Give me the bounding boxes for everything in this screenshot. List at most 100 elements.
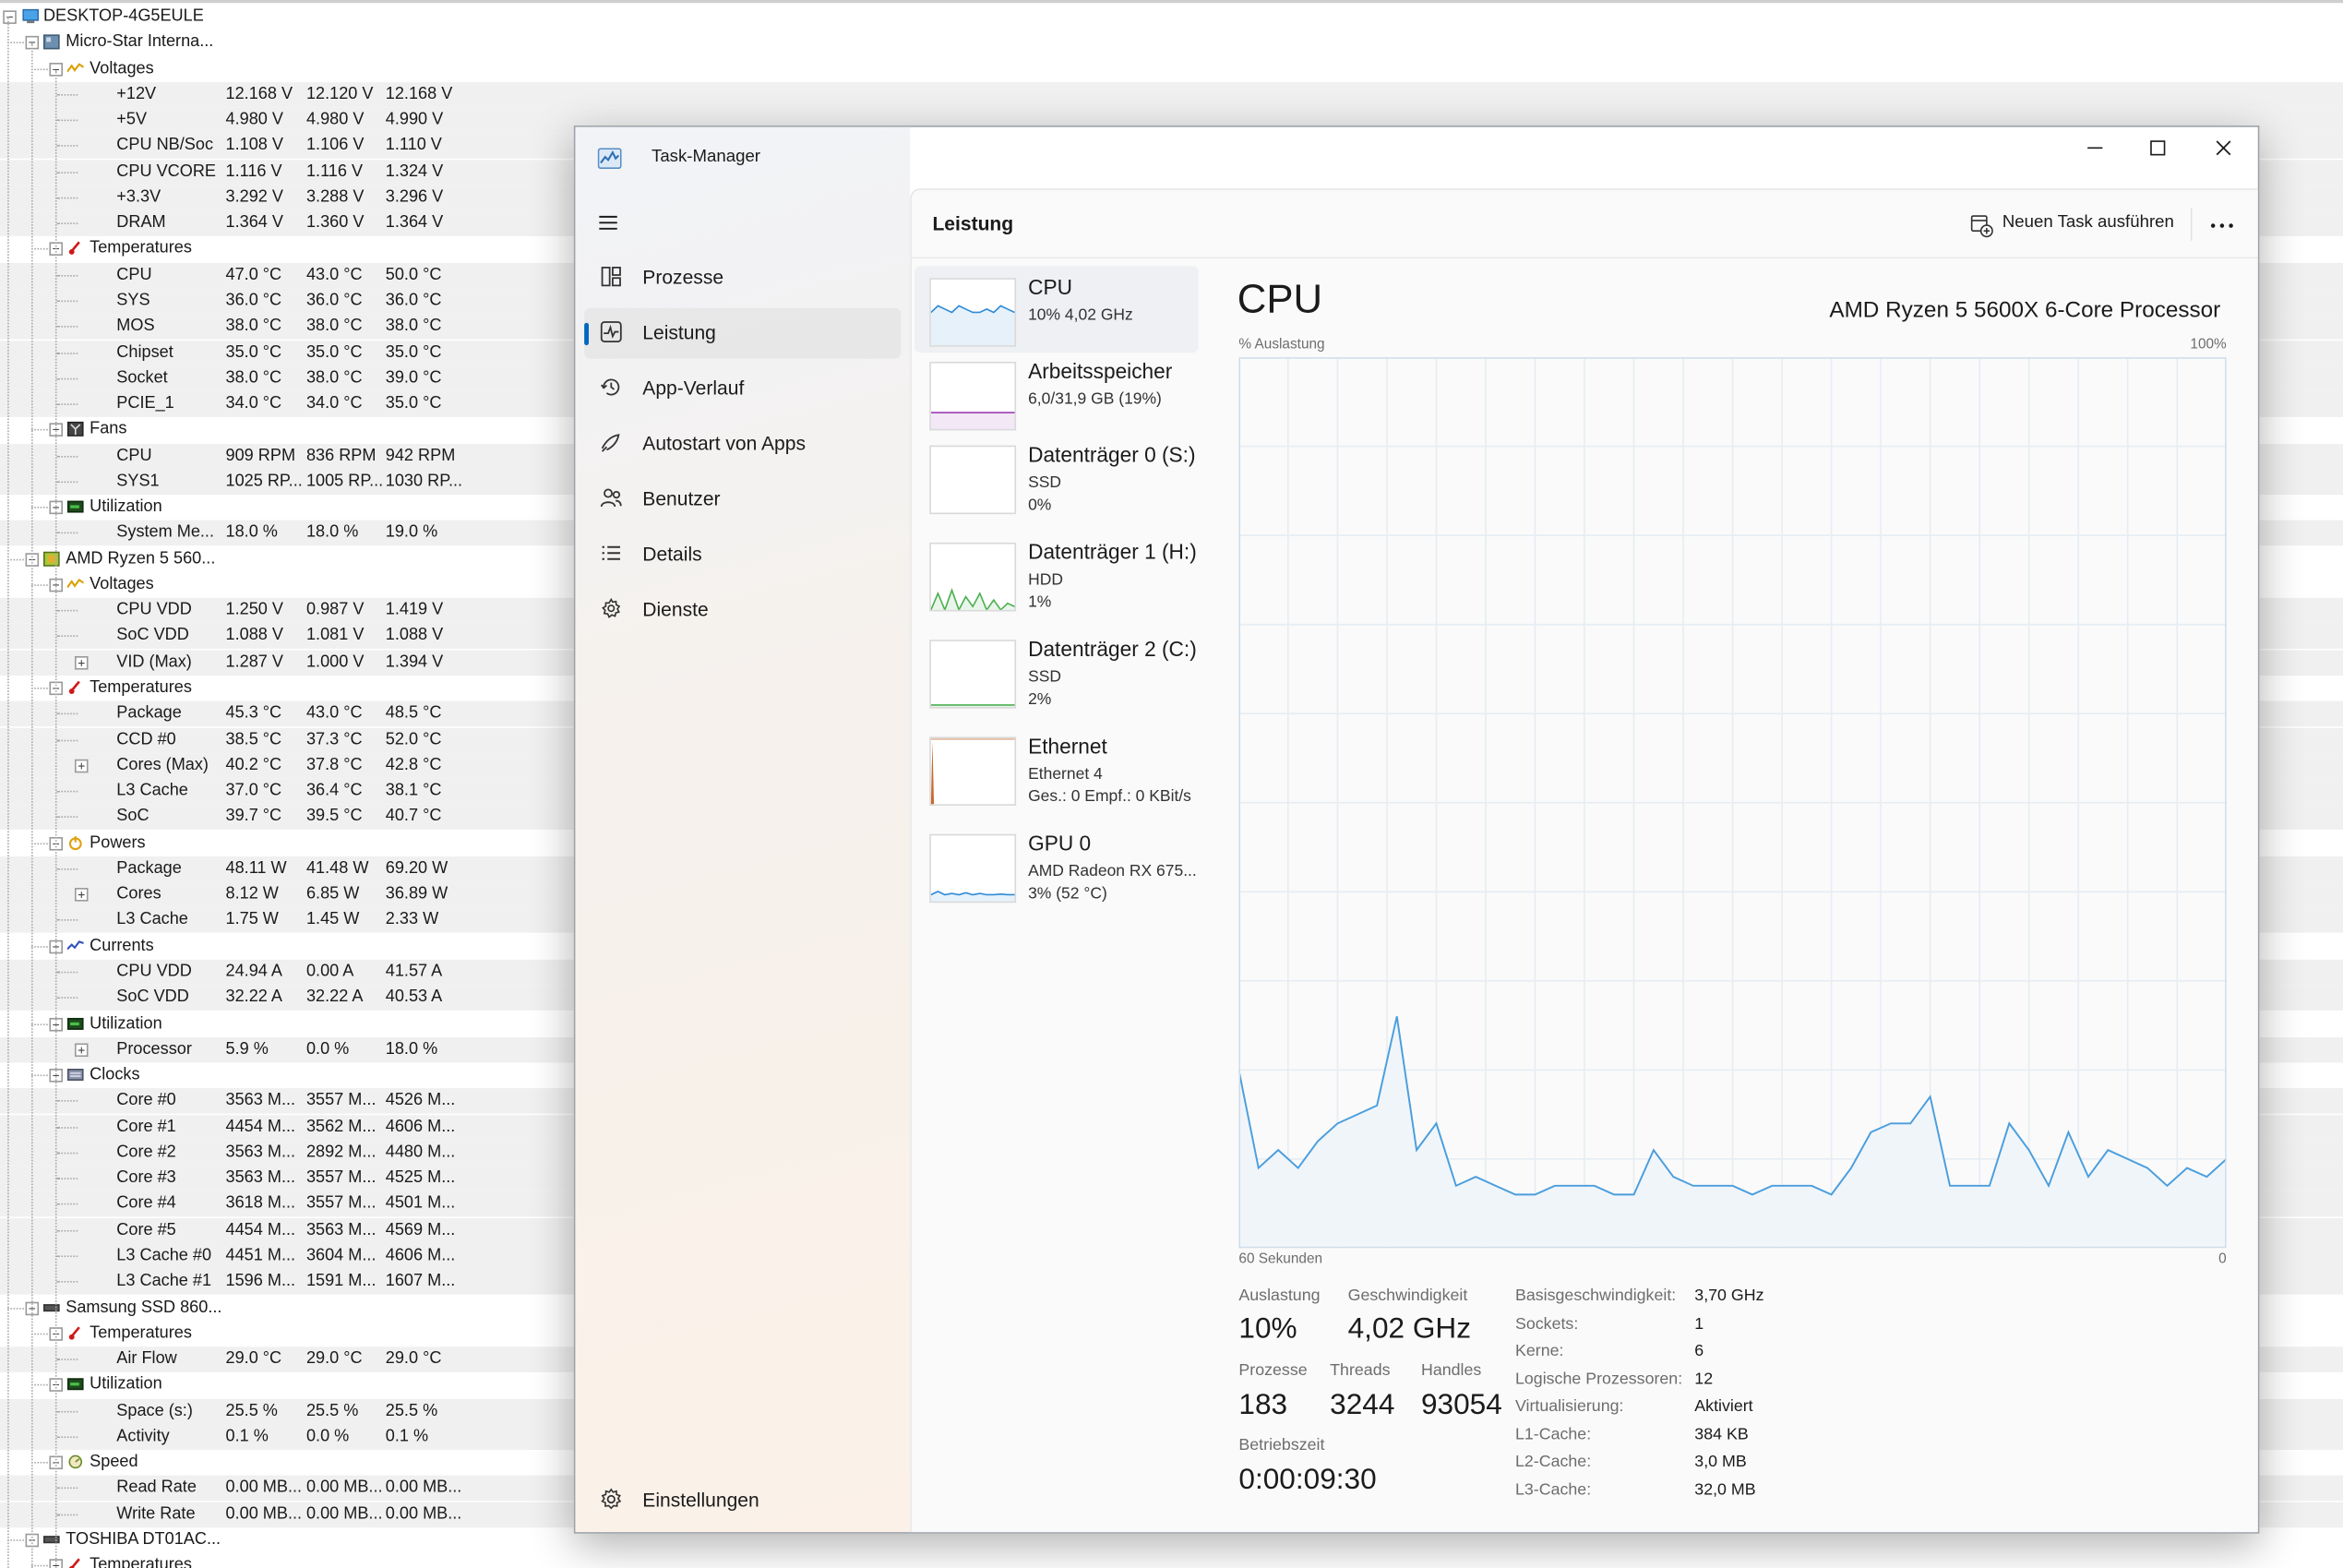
hamburger-menu-icon[interactable] [596,210,620,234]
sensor-min: 3557 M... [305,1194,377,1214]
device-item-datentr-ger-0-s[interactable]: Datenträger 0 (S:) SSD 0% [914,434,1199,521]
sensor-min: 18.0 % [305,523,359,542]
util-value: 10% [1238,1312,1297,1346]
more-options-button[interactable] [2200,202,2245,247]
close-button[interactable] [2193,127,2258,173]
sensor-row[interactable]: +12V 12.168 V 12.120 V 12.168 V [0,81,2343,108]
sensor-value: 3.292 V [225,187,283,207]
sensor-min: 0.0 % [305,1039,350,1059]
device-item-datentr-ger-2-c[interactable]: Datenträger 2 (C:) SSD 2% [914,628,1199,714]
sensor-value: 45.3 °C [225,704,282,723]
sensor-max: 4525 M... [385,1168,456,1188]
sensor-min: 3604 M... [305,1246,377,1265]
handles-value: 93054 [1420,1388,1502,1422]
device-item-arbeitsspeicher[interactable]: Arbeitsspeicher 6,0/31,9 GB (19%) [914,350,1199,437]
uptime-value: 0:00:09:30 [1238,1463,1377,1497]
nav-item-settings[interactable]: Einstellungen [584,1476,901,1526]
tree-root-row[interactable]: − DESKTOP-4G5EULE [0,5,2343,30]
sensor-max: 38.0 °C [385,317,442,336]
spec-label: L2-Cache: [1514,1453,1592,1471]
sensor-min: 2892 M... [305,1143,377,1162]
device-detail-line-1: 10% 4,02 GHz [1028,306,1133,325]
minimize-button[interactable] [2063,127,2129,173]
sensor-name: Cores (Max) [116,756,209,774]
device-item-ethernet[interactable]: Ethernet Ethernet 4 Ges.: 0 Empf.: 0 KBit/… [914,725,1199,812]
sensor-max: 4526 M... [385,1091,456,1110]
nav-item-benutzer[interactable]: Benutzer [584,473,901,524]
spec-value: 12 [1694,1370,1714,1388]
sensor-max: 0.00 MB... [385,1504,462,1523]
device-item-datentr-ger-1-h[interactable]: Datenträger 1 (H:) HDD 1% [914,531,1199,617]
collapse-toggle[interactable]: − [3,10,17,24]
device-name: Ethernet [1028,734,1107,759]
cpu-chip-icon [42,551,60,567]
device-item-cpu[interactable]: CPU 10% 4,02 GHz [914,266,1199,353]
sensor-max: 25.5 % [385,1401,438,1419]
expand-toggle[interactable]: + [74,759,89,773]
device-item-gpu-0[interactable]: GPU 0 AMD Radeon RX 675... 3% (52 °C) [914,822,1199,909]
uptime-label: Betriebszeit [1238,1436,1325,1454]
sensor-min: 39.5 °C [305,808,363,826]
sensor-value: 4.980 V [225,110,283,129]
nav-label: Prozesse [642,266,724,289]
category-name: Utilization [90,1375,162,1394]
sensor-min: 0.0 % [305,1427,350,1445]
sensor-max: 1.324 V [385,162,444,181]
sensor-max: 19.0 % [385,523,438,542]
nav-label: App-Verlauf [642,377,745,400]
device-detail-line-1: AMD Radeon RX 675... [1028,862,1197,880]
nav-item-details[interactable]: Details [584,529,901,580]
spec-value: 3,70 GHz [1694,1287,1764,1305]
device-group-row[interactable]: − Micro-Star Interna... [0,30,2343,56]
expand-toggle[interactable]: + [74,655,89,670]
device-name: Samsung SSD 860... [66,1298,222,1317]
close-icon [2216,140,2231,156]
users-icon [600,488,622,508]
spec-label: L1-Cache: [1514,1425,1592,1443]
sensor-max: 35.0 °C [385,342,442,362]
nav-item-dienste[interactable]: Dienste [584,584,901,635]
sensor-value: 4451 M... [225,1246,296,1265]
sensor-name: Core #4 [116,1194,176,1214]
expand-toggle[interactable]: + [74,1043,89,1057]
sensor-min: 3562 M... [305,1117,377,1136]
sensor-name: Write Rate [116,1504,196,1523]
sensor-max: 4606 M... [385,1246,456,1265]
device-detail-line-1: 6,0/31,9 GB (19%) [1028,389,1162,409]
nav-item-app-verlauf[interactable]: App-Verlauf [584,364,901,414]
nav-item-autostart-von-apps[interactable]: Autostart von Apps [584,418,901,469]
threads-label: Threads [1330,1361,1391,1380]
device-detail-line-1: Ethernet 4 [1028,765,1103,784]
sensor-name: Air Flow [116,1349,177,1368]
sensor-min: 1.360 V [305,213,365,233]
sensor-min: 3.288 V [305,187,365,207]
sensor-min: 1.000 V [305,652,365,671]
nav-item-prozesse[interactable]: Prozesse [584,253,901,304]
device-name: AMD Ryzen 5 560... [66,549,216,568]
utilization-icon [66,1016,84,1031]
new-task-button[interactable]: Neuen Task ausführen [1957,202,2182,247]
utilization-icon [66,1377,84,1392]
sensor-value: 4454 M... [225,1220,296,1239]
category-name: Temperatures [90,1323,192,1343]
maximize-button[interactable] [2126,127,2192,173]
window-title: Task-Manager [651,148,761,166]
category-row[interactable]: − Temperatures [0,1553,2343,1568]
expand-toggle[interactable]: + [74,888,89,902]
spec-value: 1 [1694,1314,1704,1333]
category-row[interactable]: − Voltages [0,56,2343,82]
sensor-value: 38.0 °C [225,368,282,388]
title-bar[interactable]: Task-Manager [575,127,2257,187]
nav-label: Details [642,542,702,566]
history-icon [601,378,620,396]
nav-item-leistung[interactable]: Leistung [584,307,902,359]
thermometer-icon [67,680,84,695]
sensor-name: SYS [116,291,150,310]
sensor-max: 942 RPM [385,446,456,465]
sensor-name: CPU VDD [116,601,192,619]
category-name: Utilization [90,1013,162,1033]
sensor-name: L3 Cache #0 [116,1246,212,1265]
sensor-name: CPU VDD [116,962,192,981]
sensor-max: 4606 M... [385,1117,456,1136]
sensor-max: 1.394 V [385,652,444,671]
